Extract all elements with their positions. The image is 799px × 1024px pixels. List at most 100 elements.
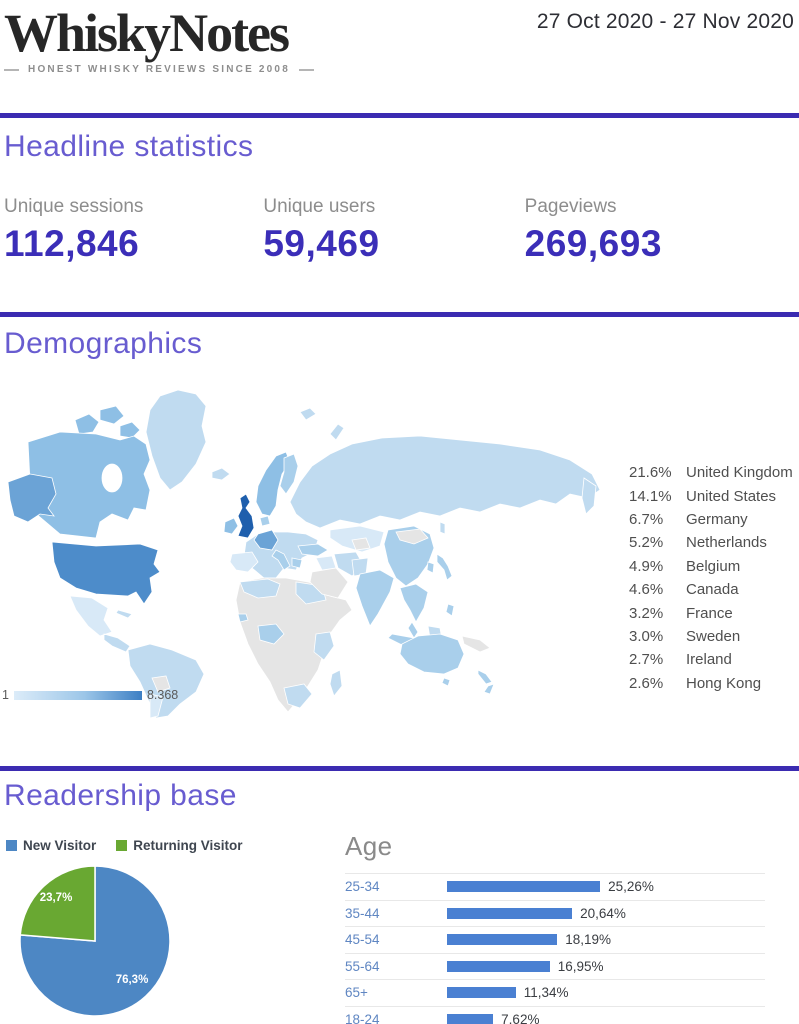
map-region-tasmania (441, 677, 451, 687)
country-name: Belgium (686, 557, 741, 575)
map-country-mexico (69, 595, 113, 637)
whiskynotes-logo: WhiskyNotes HONEST WHISKY REVIEWS SINCE … (4, 6, 314, 75)
country-name: Germany (686, 510, 748, 528)
age-value: 20,64% (580, 905, 626, 921)
map-country-australia (399, 633, 465, 675)
country-row: 6.7% Germany (629, 508, 797, 531)
legend-item-new-visitor: New Visitor (6, 838, 96, 853)
age-row: 18-24 7,62% (345, 1005, 765, 1024)
stat-label: Pageviews (524, 196, 617, 217)
map-hudson-bay (101, 463, 123, 493)
map-region-arctic-islands (119, 421, 141, 439)
country-row: 14.1% United States (629, 484, 797, 507)
section-divider (0, 312, 799, 317)
map-country-japan (436, 553, 453, 581)
tagline-text: HONEST WHISKY REVIEWS SINCE 2008 (28, 64, 290, 75)
age-bar (447, 881, 601, 893)
stat-unique-sessions: Unique sessions 112,846 (4, 196, 263, 265)
age-bar (447, 1013, 494, 1024)
map-region-malay-peninsula (407, 621, 419, 639)
age-row: 45-54 18,19% (345, 926, 765, 953)
country-percent: 21.6% (629, 464, 672, 482)
country-percent: 3.2% (629, 604, 664, 622)
tagline-rule-left (4, 68, 20, 71)
country-row: 21.6% United Kingdom (629, 461, 797, 484)
map-region-southeast-asia (399, 583, 429, 623)
map-region-novaya-zemlya (329, 423, 345, 441)
country-percent: 2.6% (629, 674, 664, 692)
country-name: Netherlands (686, 534, 767, 552)
country-name: United States (686, 487, 777, 505)
logo-wordmark: WhiskyNotes (4, 3, 290, 63)
stat-value: 59,469 (263, 223, 380, 264)
world-map-svg (7, 389, 601, 718)
world-choropleth-map: 1 8.368 (0, 382, 620, 718)
map-country-south-korea (426, 561, 435, 574)
country-row: 3.2% France (629, 601, 797, 624)
section-divider (0, 113, 799, 118)
map-region-caribbean (115, 609, 133, 619)
map-country-turkey (297, 543, 329, 557)
headline-statistics-title: Headline statistics (4, 130, 254, 163)
map-region-arctic-islands (74, 413, 100, 435)
age-chart-rows: 25-34 25,26% 35-44 20,64% 45-54 18,19% 55-6… (345, 873, 765, 1024)
map-scale-min: 1 (2, 688, 9, 702)
country-row: 2.6% Hong Kong (629, 672, 797, 695)
country-percent: 4.9% (629, 557, 664, 575)
logo-tagline: HONEST WHISKY REVIEWS SINCE 2008 (4, 64, 314, 75)
section-divider (0, 766, 799, 771)
age-bucket-label: 55-64 (345, 958, 380, 974)
map-region-levant (315, 555, 337, 571)
returning-visitor-swatch (116, 840, 128, 851)
map-region-svalbard (299, 407, 317, 421)
headline-stats-row: Unique sessions 112,846 Unique users 59,… (4, 196, 784, 265)
map-country-ireland (223, 517, 239, 535)
map-region-sakhalin (439, 521, 446, 535)
map-country-russia (289, 435, 601, 529)
country-name: Sweden (686, 627, 741, 645)
country-percent: 14.1% (629, 487, 672, 505)
map-country-philippines (445, 603, 455, 617)
map-region-balkans (291, 557, 303, 569)
country-row: 3.0% Sweden (629, 625, 797, 648)
stat-label: Unique users (263, 196, 376, 217)
map-region-arctic-islands (99, 405, 125, 425)
country-name: Hong Kong (686, 674, 762, 692)
country-percent: 6.7% (629, 510, 664, 528)
age-bucket-label: 45-54 (345, 932, 380, 948)
pie-value-new-visitor: 76,3% (115, 974, 149, 986)
age-bar-chart: Age 25-34 25,26% 35-44 20,64% 45-54 18,19% … (345, 831, 765, 1024)
stat-pageviews: Pageviews 269,693 (525, 196, 784, 265)
age-bucket-label: 35-44 (345, 905, 380, 921)
pie-svg (19, 865, 171, 1017)
map-region-central-america (103, 633, 131, 653)
map-scale-max: 8.368 (146, 688, 179, 702)
map-country-madagascar (329, 669, 343, 697)
map-country-iceland (211, 467, 231, 481)
map-country-india (355, 569, 395, 627)
age-value: 18,19% (565, 932, 612, 948)
age-bucket-label: 65+ (345, 985, 368, 1001)
age-bucket-label: 25-34 (345, 879, 380, 895)
report-date-range: 27 Oct 2020 - 27 Nov 2020 (536, 10, 794, 33)
map-scale-gradient-bar (13, 690, 142, 700)
stat-label: Unique sessions (4, 196, 144, 217)
country-row: 5.2% Netherlands (629, 531, 797, 554)
analytics-report-page: WhiskyNotes HONEST WHISKY REVIEWS SINCE … (0, 0, 799, 1024)
map-country-new-zealand-south (483, 683, 495, 695)
visitor-type-pie-chart (18, 864, 172, 1018)
top-countries-list: 21.6% United Kingdom 14.1% United States 6… (629, 461, 797, 695)
country-name: United Kingdom (686, 464, 793, 482)
age-chart-title: Age (345, 831, 393, 861)
country-percent: 3.0% (629, 627, 664, 645)
map-country-greenland (145, 389, 207, 491)
legend-label: Returning Visitor (133, 838, 243, 853)
age-bar (447, 960, 550, 972)
country-row: 4.6% Canada (629, 578, 797, 601)
age-bar (447, 907, 573, 919)
age-row: 25-34 25,26% (345, 873, 765, 900)
stat-value: 269,693 (524, 223, 662, 264)
map-country-south-africa (283, 683, 313, 709)
age-row: 65+ 11,34% (345, 979, 765, 1006)
stat-unique-users: Unique users 59,469 (263, 196, 524, 265)
